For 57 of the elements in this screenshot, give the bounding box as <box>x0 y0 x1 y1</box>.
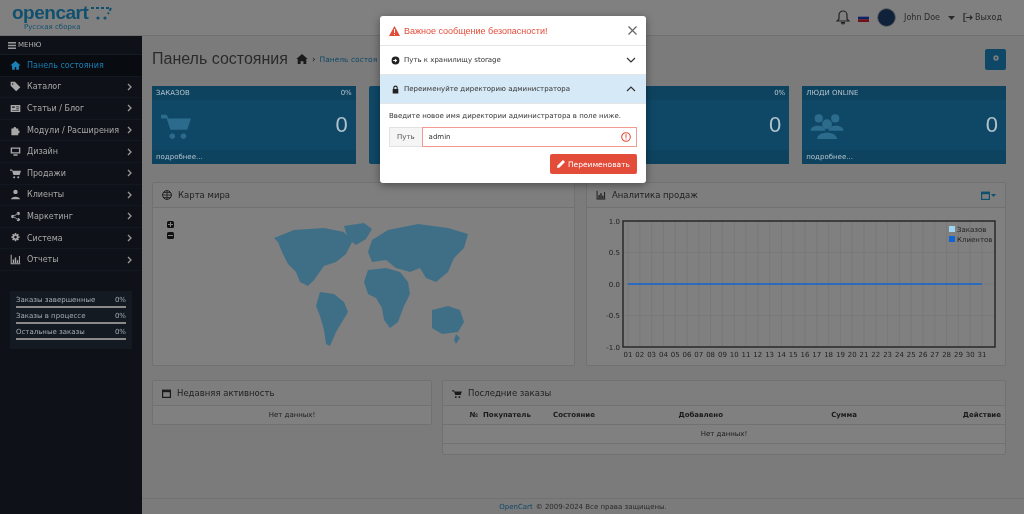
newspaper-icon <box>10 103 21 114</box>
settings-button[interactable] <box>985 48 1006 70</box>
date-range-menu[interactable] <box>981 190 996 200</box>
logout-link[interactable]: Выход <box>963 13 1002 22</box>
share-icon <box>10 210 21 222</box>
dialog-title: Важное сообщение безопасности! <box>404 25 548 36</box>
sidebar-item[interactable]: Модули / Расширения <box>0 119 142 142</box>
home-icon[interactable] <box>295 54 308 64</box>
panel-title: Последние заказы <box>468 388 552 398</box>
zoom-in-button[interactable] <box>167 221 174 228</box>
tile-value: 0 <box>335 112 348 138</box>
pencil-icon <box>556 160 565 168</box>
chevron-up-icon <box>626 86 636 92</box>
breadcrumb-separator: › <box>311 54 316 64</box>
lock-icon <box>391 84 400 94</box>
gear-icon <box>10 232 21 244</box>
chevron-down-icon <box>626 57 636 63</box>
close-icon[interactable] <box>628 26 637 35</box>
tile-value: 0 <box>985 112 998 138</box>
minus-icon <box>168 235 173 236</box>
globe-icon <box>162 190 172 200</box>
sidebar-item[interactable]: Маркетинг <box>0 206 142 228</box>
person-icon <box>10 189 21 201</box>
gear-icon <box>991 55 1000 63</box>
warning-icon <box>389 25 400 36</box>
tag-icon <box>10 81 21 93</box>
sidebar-item[interactable]: Клиенты <box>0 184 142 207</box>
user-menu[interactable]: John Doe <box>904 13 941 22</box>
panel-title: Недавняя активность <box>177 388 275 398</box>
sidebar-item[interactable]: Панель состояния <box>0 55 142 77</box>
sidebar-item[interactable]: Отчеты <box>0 249 142 271</box>
sidebar-item[interactable]: Статьи / Блог <box>0 98 142 120</box>
bar-chart-icon <box>596 190 606 200</box>
puzzle-icon <box>10 124 21 136</box>
bar-chart-icon <box>10 254 21 266</box>
tile-value: 0 <box>769 112 782 138</box>
menu-icon[interactable] <box>8 41 16 49</box>
panel-title: Карта мира <box>178 190 231 200</box>
calendar-icon <box>162 388 171 398</box>
monitor-icon <box>10 146 21 158</box>
page-title: Панель состояния <box>152 50 288 68</box>
calendar-icon <box>981 190 990 200</box>
error-icon <box>621 132 631 142</box>
logout-icon <box>963 13 974 22</box>
home-icon <box>10 59 21 71</box>
bell-icon[interactable] <box>836 10 851 25</box>
sidebar-item[interactable]: Продажи <box>0 162 142 185</box>
zoom-out-button[interactable] <box>167 232 174 239</box>
sidebar-item[interactable]: Дизайн <box>0 141 142 163</box>
avatar[interactable] <box>877 8 897 27</box>
plus-icon <box>168 222 173 227</box>
sidebar-item[interactable]: Каталог <box>0 76 142 99</box>
panel-title: Аналитика продаж <box>612 190 698 200</box>
caret-icon[interactable] <box>948 15 956 20</box>
caret-icon <box>991 193 996 197</box>
people-icon <box>810 111 845 139</box>
sidebar-item[interactable]: Система <box>0 227 142 250</box>
